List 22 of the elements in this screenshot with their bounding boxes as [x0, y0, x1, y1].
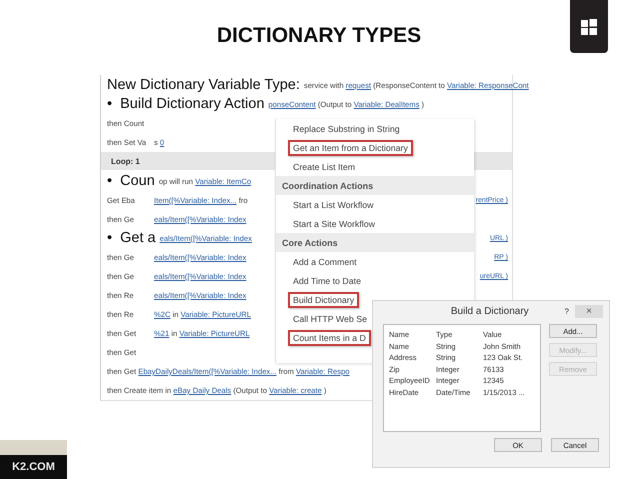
slide-bullet: • Build Dictionary Action — [107, 95, 264, 114]
menu-item[interactable]: Add a Comment — [288, 254, 362, 270]
footer-brand: K2.COM — [0, 455, 67, 479]
help-button[interactable]: ? — [564, 306, 569, 316]
dialog-title: Build a Dictionary — [450, 306, 530, 316]
grid-icon — [581, 18, 597, 34]
menu-item[interactable]: Build Dictionary — [288, 292, 360, 308]
menu-item[interactable]: Count Items in a D — [288, 330, 371, 346]
menu-item[interactable]: Add Time to Date — [288, 272, 366, 288]
menu-item[interactable]: Call HTTP Web Se — [288, 310, 372, 326]
menu-item[interactable]: Replace Substring in String — [288, 120, 405, 136]
slide-title: DICTIONARY TYPES — [216, 24, 422, 48]
footer-strip — [0, 440, 67, 455]
slide-subtitle: New Dictionary Variable Type: — [107, 76, 300, 95]
slide-bullet: • Get a — [107, 229, 156, 248]
menu-section-header: Core Actions — [276, 233, 474, 252]
close-button[interactable]: × — [575, 304, 603, 318]
menu-section-header: Coordination Actions — [276, 176, 474, 195]
menu-item[interactable]: Start a List Workflow — [288, 196, 378, 212]
menu-item[interactable]: Start a Site Workflow — [288, 216, 380, 232]
menu-item[interactable]: Get an Item from a Dictionary — [288, 140, 413, 156]
slide-bullet: • Coun — [107, 172, 155, 191]
